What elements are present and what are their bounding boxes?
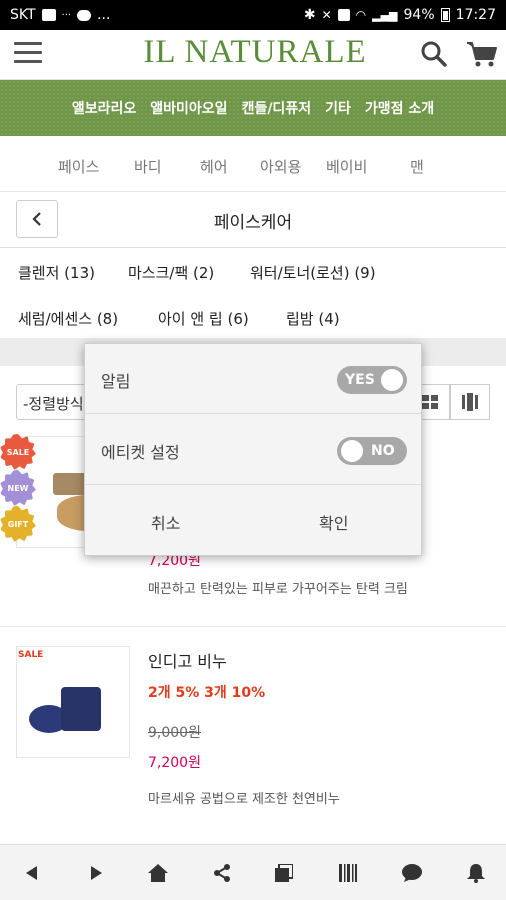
notification-toggle[interactable]: YES <box>337 366 407 394</box>
etiquette-row: 에티켓 설정 NO <box>85 415 421 485</box>
etiquette-toggle[interactable]: NO <box>337 437 407 465</box>
toggle-knob <box>381 369 403 391</box>
cancel-button[interactable]: 취소 <box>151 510 180 534</box>
etiquette-label: 에티켓 설정 <box>101 443 180 462</box>
notification-row: 알림 YES <box>85 344 421 414</box>
settings-dialog: 알림 YES 에티켓 설정 NO 취소 확인 <box>84 343 422 556</box>
toggle-knob <box>341 440 363 462</box>
confirm-button[interactable]: 확인 <box>319 510 348 534</box>
notification-label: 알림 <box>101 372 131 391</box>
dialog-actions: 취소 확인 <box>85 486 421 556</box>
toggle-state: NO <box>371 443 395 459</box>
toggle-state: YES <box>345 372 375 388</box>
